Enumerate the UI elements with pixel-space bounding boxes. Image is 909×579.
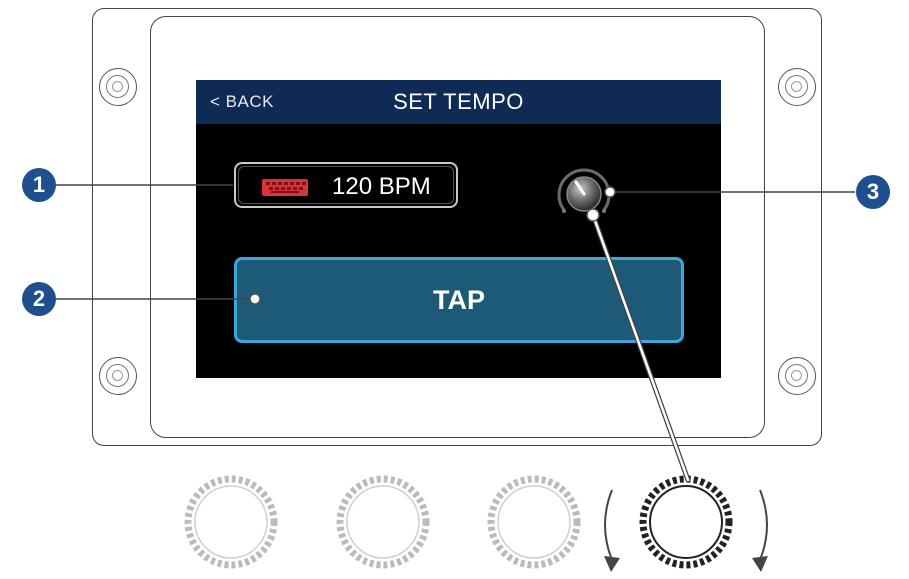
hardware-knob-1[interactable]: [184, 475, 278, 569]
rotate-left-arrow-icon: [604, 489, 620, 572]
callout-2: 2: [22, 282, 56, 316]
callout-3: 3: [856, 175, 890, 209]
hardware-knobs: [184, 475, 768, 572]
callout-1: 1: [22, 168, 56, 202]
rotate-right-arrow-icon: [752, 489, 768, 572]
hardware-knob-4[interactable]: [639, 475, 733, 569]
hardware-knob-3[interactable]: [487, 475, 581, 569]
hardware-knob-2[interactable]: [336, 475, 430, 569]
